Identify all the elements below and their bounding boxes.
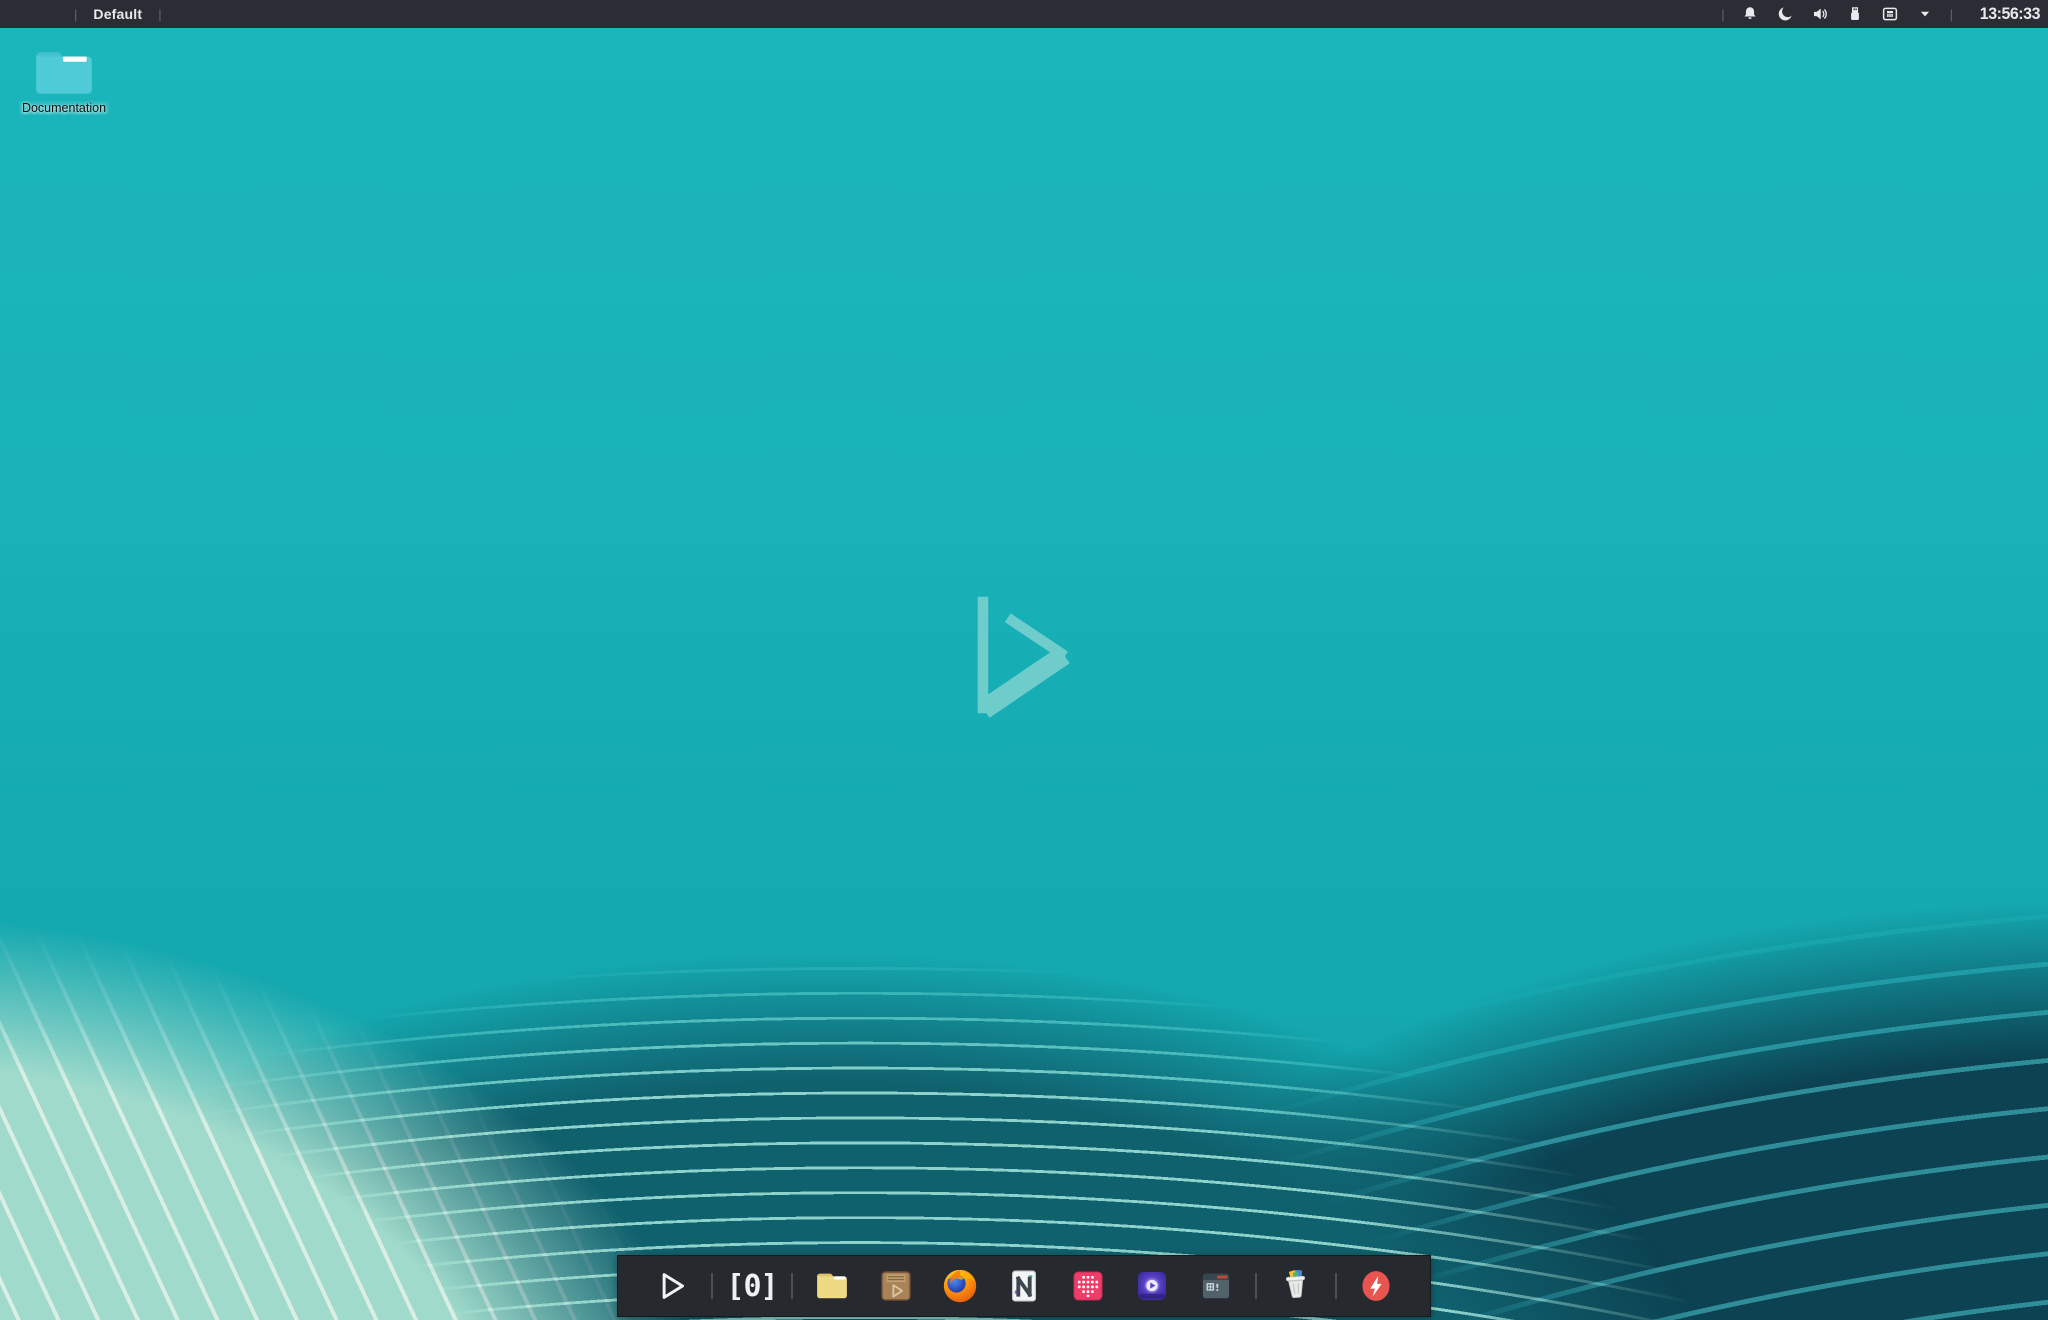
panel-clock[interactable]: 13:56:33: [1972, 4, 2041, 24]
folder-icon: [36, 52, 92, 94]
dock-separator: [791, 1273, 793, 1299]
separator: |: [1721, 6, 1725, 22]
dock: [0]: [617, 1255, 1431, 1317]
dock-item-package-manager[interactable]: [864, 1255, 928, 1317]
dock-separator: [711, 1273, 713, 1299]
workspace-label[interactable]: Default: [93, 6, 142, 22]
purple-play-icon: [1138, 1272, 1166, 1300]
desktop-screen: | Default | | | 13:56:33 Documentation […: [0, 0, 2048, 1320]
panel-right-cluster: | | 13:56:33: [1721, 4, 2040, 24]
yellow-folder-icon: [817, 1273, 847, 1299]
trash-full-icon: [1285, 1269, 1306, 1298]
brown-package-icon: [881, 1271, 911, 1301]
play-watermark-icon: [977, 596, 1070, 718]
separator: |: [74, 6, 78, 22]
desktop-icon-documentation[interactable]: Documentation: [8, 44, 120, 115]
terminal-window-icon: [1202, 1273, 1230, 1299]
dock-item-updater[interactable]: [1344, 1255, 1408, 1317]
dock-item-terminal[interactable]: [1184, 1255, 1248, 1317]
dock-item-launcher[interactable]: [640, 1255, 704, 1317]
dock-item-media-player[interactable]: [1120, 1255, 1184, 1317]
night-light-icon[interactable]: [1775, 4, 1795, 24]
dock-separator: [1335, 1273, 1337, 1299]
white-n-document-icon: [1012, 1270, 1036, 1302]
pink-dot-grid-icon: [1073, 1271, 1103, 1301]
network-port-icon[interactable]: [1880, 4, 1900, 24]
red-lightning-icon: [1362, 1271, 1390, 1301]
panel-left-cluster: | Default |: [74, 6, 162, 22]
play-outline-icon: [662, 1273, 684, 1299]
wallpaper: [0, 0, 2048, 1320]
bell-icon[interactable]: [1740, 4, 1760, 24]
dock-separator: [1255, 1273, 1257, 1299]
dock-item-workspace-indicator[interactable]: [0]: [720, 1255, 784, 1317]
desktop-icon-label: Documentation: [18, 101, 110, 115]
dock-item-file-manager[interactable]: [800, 1255, 864, 1317]
volume-icon[interactable]: [1810, 4, 1830, 24]
dock-item-firefox[interactable]: [928, 1255, 992, 1317]
top-panel: | Default | | | 13:56:33: [0, 0, 2048, 28]
separator: |: [158, 6, 162, 22]
dock-item-trash[interactable]: [1264, 1255, 1328, 1317]
removable-drive-icon[interactable]: [1845, 4, 1865, 24]
firefox-icon: [943, 1269, 977, 1303]
workspace-indicator-text: [0]: [726, 1268, 778, 1304]
separator: |: [1949, 6, 1953, 22]
dock-item-notes[interactable]: [992, 1255, 1056, 1317]
caret-down-icon[interactable]: [1915, 4, 1935, 24]
dock-item-music-grid[interactable]: [1056, 1255, 1120, 1317]
